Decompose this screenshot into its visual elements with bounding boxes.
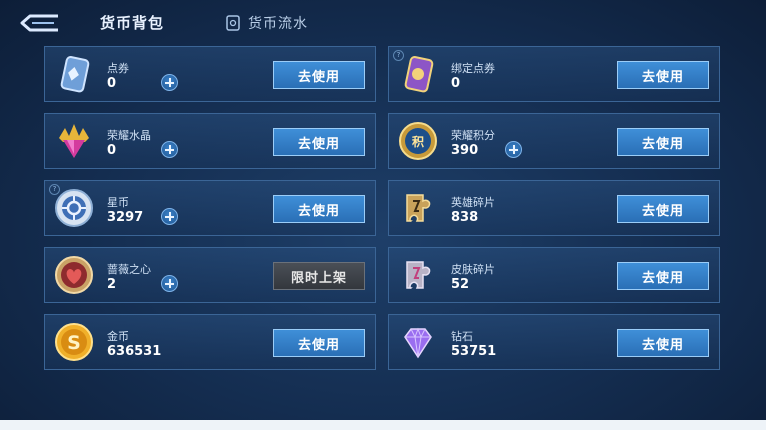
add-button[interactable] [505,141,522,158]
currency-value: 53751 [451,344,497,359]
use-button[interactable]: 去使用 [273,61,365,89]
add-button[interactable] [161,74,178,91]
use-button[interactable]: 去使用 [273,128,365,156]
rose-heart-icon [55,256,93,294]
currency-name: 蔷薇之心 [107,263,151,276]
currency-name: 皮肤碎片 [451,263,495,276]
currency-value: 0 [107,76,117,91]
skin-fragment-icon [406,261,431,289]
add-button[interactable] [161,141,178,158]
svg-text:S: S [67,332,81,354]
currency-card-gold-coin: S 金币 636531 去使用 [44,314,376,370]
currency-card-skin-fragment: 皮肤碎片 52 去使用 [388,247,720,303]
use-button[interactable]: 去使用 [617,128,709,156]
coupon-icon [60,56,90,93]
star-coin-icon [55,189,93,227]
flow-icon [226,15,240,31]
currency-value: 636531 [107,344,162,359]
currency-value: 390 [451,143,479,158]
currency-name: 星币 [107,196,129,209]
bound-coupon-icon [404,56,434,93]
currency-card-glory-crystal: 荣耀水晶 0 去使用 [44,113,376,169]
currency-value: 3297 [107,210,144,225]
use-button[interactable]: 去使用 [617,195,709,223]
glory-points-icon: 积 [399,122,437,160]
hero-fragment-icon [406,194,431,222]
tab-currency-bag[interactable]: 货币背包 [100,12,164,33]
limited-time-button[interactable]: 限时上架 [273,262,365,290]
currency-value: 0 [107,143,117,158]
add-button[interactable] [161,275,178,292]
currency-name: 绑定点券 [451,62,495,75]
add-button[interactable] [161,208,178,225]
glory-crystal-icon [59,124,89,158]
use-button[interactable]: 去使用 [617,61,709,89]
use-button[interactable]: 去使用 [617,329,709,357]
svg-text:积: 积 [412,134,424,149]
use-button[interactable]: 去使用 [273,195,365,223]
currency-name: 英雄碎片 [451,196,495,209]
currency-card-coupon: 点券 0 去使用 [44,46,376,102]
top-bar: 货币背包 货币流水 [0,0,766,44]
currency-name: 金币 [107,330,129,343]
use-button[interactable]: 去使用 [617,262,709,290]
currency-name: 点券 [107,62,129,75]
back-arrow-icon[interactable] [18,12,60,34]
currency-value: 52 [451,277,470,292]
diamond-icon [404,327,432,359]
currency-card-hero-fragment: 英雄碎片 838 去使用 [388,180,720,236]
use-button[interactable]: 去使用 [273,329,365,357]
currency-value: 838 [451,210,479,225]
currency-card-glory-points: 积 荣耀积分 390 去使用 [388,113,720,169]
currency-name: 荣耀积分 [451,129,495,142]
currency-value: 2 [107,277,117,292]
currency-card-diamond: 钻石 53751 去使用 [388,314,720,370]
currency-name: 钻石 [451,330,473,343]
currency-card-star-coin: ? 星币 3297 去使用 [44,180,376,236]
gold-coin-icon: S [55,323,93,361]
currency-card-bound-coupon: ? 绑定点券 0 去使用 [388,46,720,102]
tab-currency-flow[interactable]: 货币流水 [226,13,308,33]
tab-currency-flow-label: 货币流水 [248,16,308,32]
currency-card-rose-heart: 蔷薇之心 2 限时上架 [44,247,376,303]
currency-name: 荣耀水晶 [107,129,151,142]
currency-value: 0 [451,76,461,91]
bottom-strip [0,420,766,430]
